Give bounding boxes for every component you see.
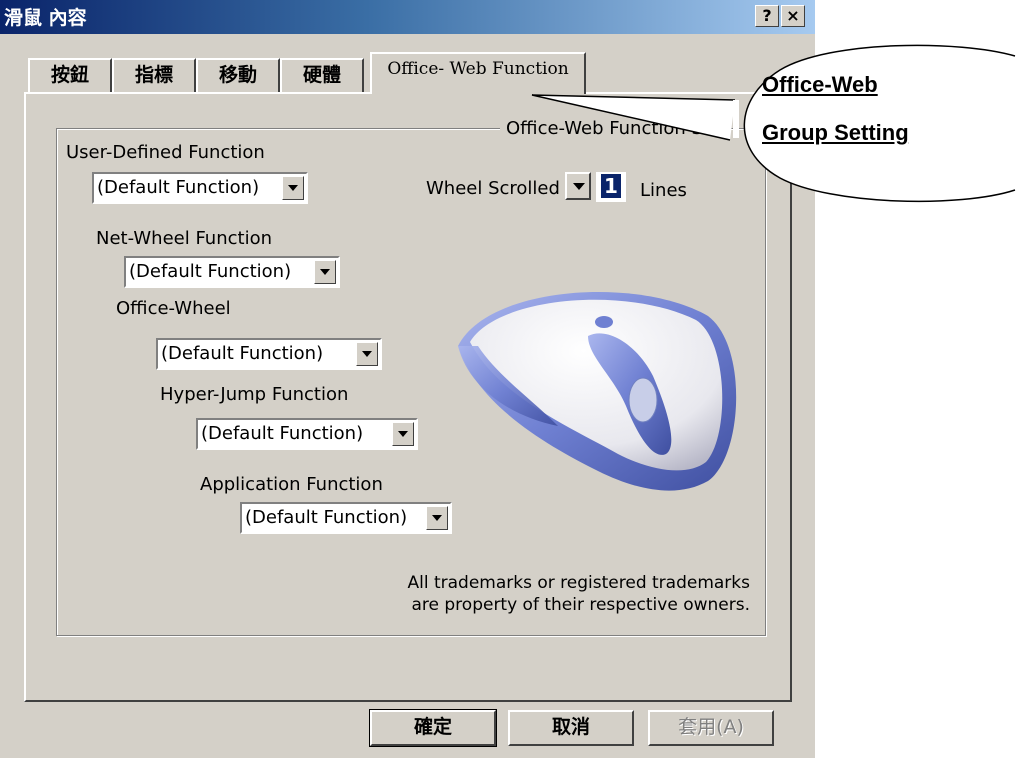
hyper-jump-select[interactable]: (Default Function)	[196, 418, 418, 450]
tab-motion[interactable]: 移動	[196, 58, 280, 92]
tab-pointers[interactable]: 指標	[112, 58, 196, 92]
mouse-illustration	[458, 292, 737, 491]
title-bar[interactable]: 滑鼠 內容 ? ×	[0, 0, 815, 34]
callout-line-1: Office-Web	[762, 72, 878, 97]
chevron-down-icon[interactable]	[282, 176, 304, 200]
trademark-notice: All trademarks or registered trademarks …	[370, 572, 751, 616]
cancel-button[interactable]: 取消	[508, 710, 634, 746]
tab-hardware[interactable]: 硬體	[280, 58, 364, 92]
apply-button[interactable]: 套用(A)	[648, 710, 774, 746]
net-wheel-label: Net-Wheel Function	[96, 228, 273, 249]
office-wheel-label: Office-Wheel	[116, 298, 231, 319]
chevron-down-icon[interactable]	[356, 342, 378, 366]
office-wheel-value: (Default Function)	[161, 343, 324, 364]
net-wheel-select[interactable]: (Default Function)	[124, 256, 340, 288]
chevron-down-icon[interactable]	[314, 260, 336, 284]
trademark-line-1: All trademarks or registered trademarks	[407, 573, 751, 593]
callout-line-2: Group Setting	[762, 120, 909, 145]
application-label: Application Function	[200, 474, 383, 495]
close-button[interactable]: ×	[781, 5, 805, 27]
user-defined-select[interactable]: (Default Function)	[92, 172, 308, 204]
net-wheel-value: (Default Function)	[129, 261, 292, 282]
user-defined-label: User-Defined Function	[66, 142, 265, 163]
chevron-down-icon[interactable]	[426, 506, 448, 530]
window-title: 滑鼠 內容	[4, 7, 87, 29]
hyper-jump-value: (Default Function)	[201, 423, 364, 444]
user-defined-value: (Default Function)	[97, 177, 260, 198]
help-button[interactable]: ?	[755, 5, 779, 27]
hyper-jump-label: Hyper-Jump Function	[160, 384, 349, 405]
office-wheel-select[interactable]: (Default Function)	[156, 338, 382, 370]
application-select[interactable]: (Default Function)	[240, 502, 452, 534]
application-value: (Default Function)	[245, 507, 408, 528]
chevron-down-icon[interactable]	[392, 422, 414, 446]
tab-office-web-function[interactable]: Office- Web Function	[370, 52, 586, 94]
trademark-line-2: are property of their respective owners.	[411, 595, 750, 615]
tab-buttons[interactable]: 按鈕	[28, 58, 112, 92]
ok-button[interactable]: 確定	[369, 709, 497, 747]
